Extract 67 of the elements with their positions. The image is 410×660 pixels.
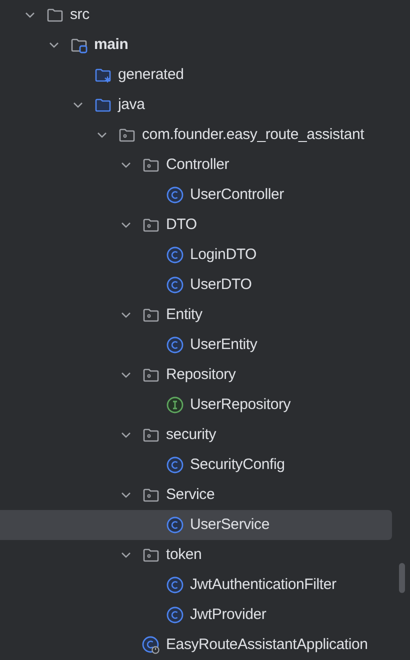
item-label: com.founder.easy_route_assistant — [142, 124, 364, 145]
tree-item[interactable]: src — [0, 0, 392, 30]
tree-item[interactable]: java — [0, 90, 392, 120]
item-label: src — [70, 4, 90, 25]
item-label: Repository — [166, 364, 236, 385]
package-folder-icon — [142, 426, 160, 444]
tree-item[interactable]: main — [0, 30, 392, 60]
item-label: UserEntity — [190, 334, 258, 355]
class-icon — [166, 576, 184, 594]
item-label: JwtProvider — [190, 604, 266, 625]
package-folder-icon — [142, 366, 160, 384]
tree-item[interactable]: generated — [0, 60, 392, 90]
item-label: UserController — [190, 184, 284, 205]
item-label: DTO — [166, 214, 197, 235]
tree-item[interactable]: JwtProvider — [0, 600, 392, 630]
tree-item[interactable]: Repository — [0, 360, 392, 390]
package-folder-icon — [142, 486, 160, 504]
package-folder-icon — [118, 126, 136, 144]
tree-item[interactable]: SecurityConfig — [0, 450, 392, 480]
tree-item[interactable]: UserEntity — [0, 330, 392, 360]
source-folder-icon — [94, 96, 112, 114]
tree-item[interactable]: DTO — [0, 210, 392, 240]
item-label: generated — [118, 64, 184, 85]
tree-item[interactable]: LoginDTO — [0, 240, 392, 270]
tree-item[interactable]: security — [0, 420, 392, 450]
package-folder-icon — [142, 546, 160, 564]
tree-item[interactable]: com.founder.easy_route_assistant — [0, 120, 392, 150]
item-label: Controller — [166, 154, 230, 175]
tree-item[interactable]: JwtAuthenticationFilter — [0, 570, 392, 600]
item-label: Service — [166, 484, 215, 505]
item-label: main — [94, 34, 128, 55]
class-icon — [166, 336, 184, 354]
folder-icon — [46, 6, 64, 24]
tree-item[interactable]: UserDTO — [0, 270, 392, 300]
scrollbar-thumb[interactable] — [399, 563, 405, 593]
tree-item[interactable]: Controller — [0, 150, 392, 180]
item-label: SecurityConfig — [190, 454, 285, 475]
class-icon — [166, 276, 184, 294]
class-icon — [166, 606, 184, 624]
item-label: UserDTO — [190, 274, 252, 295]
runnable-class-icon — [142, 636, 160, 654]
item-label: JwtAuthenticationFilter — [190, 574, 336, 595]
item-label: java — [118, 94, 145, 115]
tree-item[interactable]: UserRepository — [0, 390, 392, 420]
class-icon — [166, 516, 184, 534]
item-label: token — [166, 544, 202, 565]
tree-item[interactable]: token — [0, 540, 392, 570]
item-label: security — [166, 424, 216, 445]
generated-folder-icon — [94, 66, 112, 84]
package-folder-icon — [142, 306, 160, 324]
tree-item[interactable]: Entity — [0, 300, 392, 330]
tree-item[interactable]: Service — [0, 480, 392, 510]
module-folder-icon — [70, 36, 88, 54]
item-label: UserRepository — [190, 394, 291, 415]
tree-item[interactable]: UserService — [0, 510, 392, 540]
class-icon — [166, 456, 184, 474]
item-label: Entity — [166, 304, 202, 325]
tree-item[interactable]: UserController — [0, 180, 392, 210]
item-label: LoginDTO — [190, 244, 256, 265]
class-icon — [166, 246, 184, 264]
item-label: EasyRouteAssistantApplication — [166, 634, 368, 655]
tree-item[interactable]: EasyRouteAssistantApplication — [0, 630, 392, 660]
interface-icon — [166, 396, 184, 414]
package-folder-icon — [142, 156, 160, 174]
package-folder-icon — [142, 216, 160, 234]
item-label: UserService — [190, 514, 270, 535]
class-icon — [166, 186, 184, 204]
